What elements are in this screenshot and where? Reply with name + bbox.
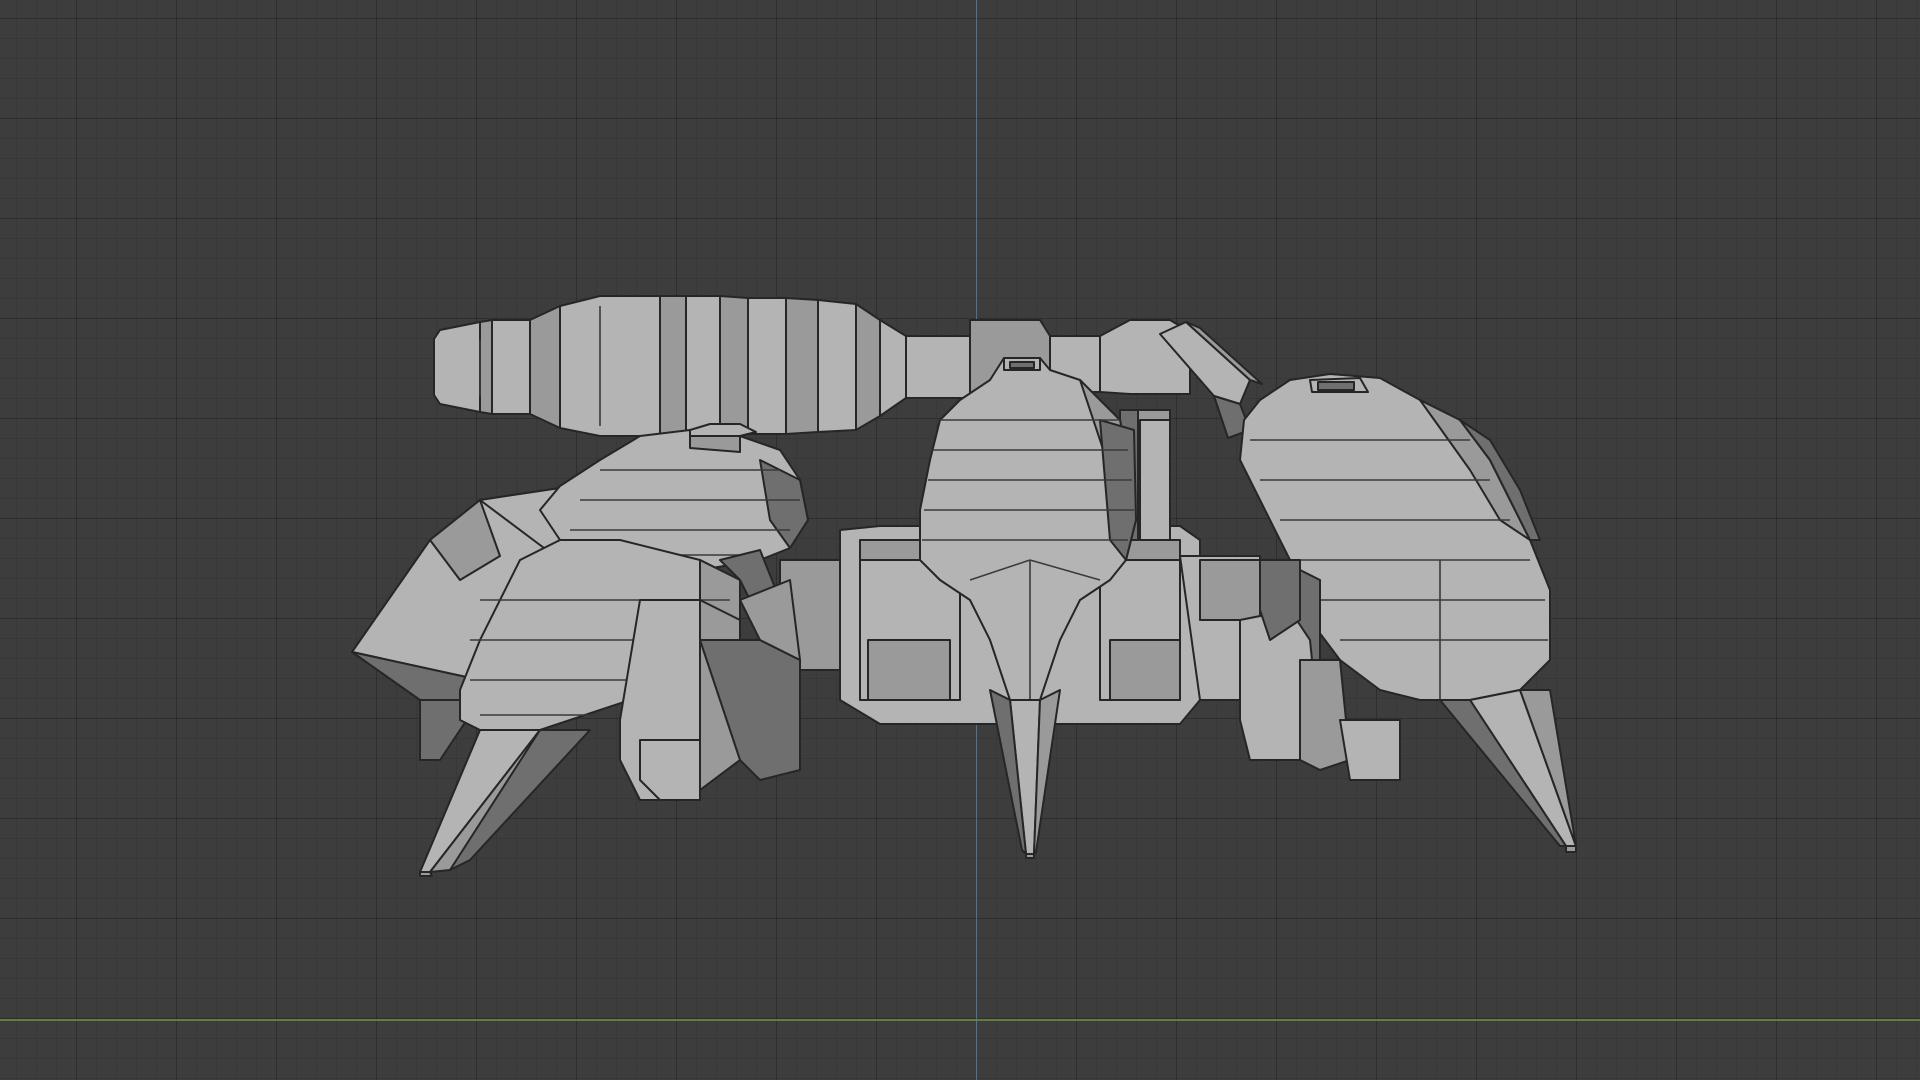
mech-crab-model[interactable] (0, 0, 1920, 1080)
right-arm-segments (1239, 373, 1577, 853)
left-arm-segments (419, 423, 809, 877)
cannon-barrel (433, 295, 981, 437)
3d-viewport[interactable] (0, 0, 1920, 1080)
